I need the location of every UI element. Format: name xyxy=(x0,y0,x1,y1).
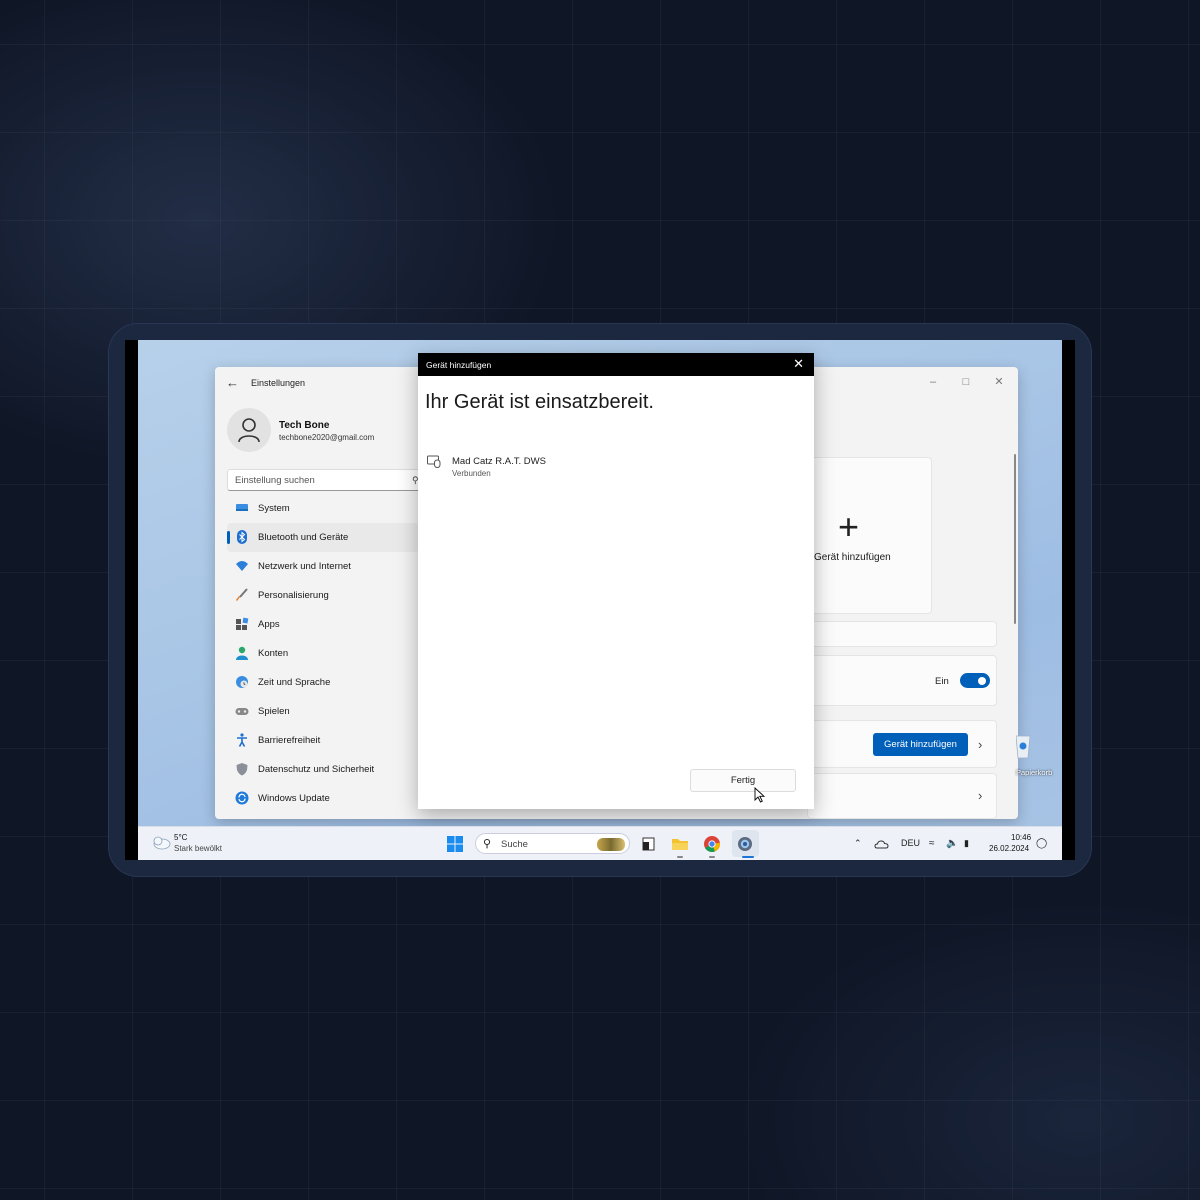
settings-nav: System Bluetooth und Geräte Netzwerk und… xyxy=(227,494,419,813)
user-email: techbone2020@gmail.com xyxy=(279,433,375,442)
update-icon xyxy=(235,791,249,805)
nav-item-windows-update[interactable]: Windows Update xyxy=(227,784,419,813)
search-icon: ⚲ xyxy=(483,838,492,850)
nav-label: Zeit und Sprache xyxy=(258,677,331,688)
file-explorer-icon[interactable] xyxy=(670,834,690,854)
close-icon[interactable]: ✕ xyxy=(793,356,804,372)
settings-row-empty xyxy=(807,621,997,647)
clock-date[interactable]: 26.02.2024 xyxy=(989,844,1029,853)
scrollbar[interactable] xyxy=(1014,454,1016,624)
desktop: ← Einstellungen – □ ✕ Tech Bone techbone… xyxy=(138,340,1062,860)
settings-title: Einstellungen xyxy=(251,378,306,388)
apps-icon xyxy=(236,617,249,630)
cloud-icon[interactable] xyxy=(151,835,171,851)
add-device-card-label: Gerät hinzufügen xyxy=(814,552,891,563)
mouse-cursor-icon xyxy=(754,787,765,803)
search-placeholder: Einstellung suchen xyxy=(235,475,315,486)
nav-item-accounts[interactable]: Konten xyxy=(227,639,419,668)
dialog-titlebar: Gerät hinzufügen ✕ xyxy=(418,353,814,376)
minimize-icon[interactable]: – xyxy=(923,372,943,392)
nav-item-bluetooth[interactable]: Bluetooth und Geräte xyxy=(227,523,419,552)
nav-item-network[interactable]: Netzwerk und Internet xyxy=(227,552,419,581)
nav-label: Barrierefreiheit xyxy=(258,735,321,746)
chevron-up-icon[interactable]: ⌃ xyxy=(854,838,862,849)
volume-icon[interactable]: 🔈 xyxy=(946,838,958,849)
running-indicator xyxy=(677,856,683,858)
weather-description[interactable]: Stark bewölkt xyxy=(174,844,222,853)
done-button[interactable]: Fertig xyxy=(690,769,796,792)
nav-label: Spielen xyxy=(258,706,290,717)
battery-icon[interactable]: ▮ xyxy=(964,838,969,849)
taskbar-search[interactable]: ⚲ Suche xyxy=(475,833,630,854)
nav-item-privacy[interactable]: Datenschutz und Sicherheit xyxy=(227,755,419,784)
wifi-tray-icon[interactable]: ≈ xyxy=(929,838,935,849)
chevron-right-icon[interactable]: › xyxy=(978,788,982,803)
chevron-right-icon[interactable]: › xyxy=(978,737,982,752)
notification-bell-icon[interactable]: ◯ xyxy=(1036,838,1047,849)
plus-icon: + xyxy=(838,506,860,547)
nav-item-gaming[interactable]: Spielen xyxy=(227,697,419,726)
globe-clock-icon xyxy=(236,676,248,688)
back-arrow-icon[interactable]: ← xyxy=(226,376,240,390)
recycle-bin-icon[interactable] xyxy=(1016,730,1030,760)
devices-row: Gerät hinzufügen › xyxy=(807,720,997,768)
nav-label: System xyxy=(258,503,290,514)
gamepad-icon xyxy=(235,708,249,715)
search-highlight-image xyxy=(597,838,625,851)
nav-item-accessibility[interactable]: Barrierefreiheit xyxy=(227,726,419,755)
weather-temperature[interactable]: 5°C xyxy=(174,833,187,842)
language-indicator[interactable]: DEU xyxy=(901,838,920,848)
maximize-icon[interactable]: □ xyxy=(956,372,976,392)
person-outline-icon xyxy=(238,418,260,443)
user-name: Tech Bone xyxy=(279,420,330,431)
clock-time[interactable]: 10:46 xyxy=(1011,833,1031,842)
nav-item-system[interactable]: System xyxy=(227,494,419,523)
running-indicator xyxy=(709,856,715,858)
nav-item-personalization[interactable]: Personalisierung xyxy=(227,581,419,610)
task-view-icon[interactable] xyxy=(638,834,658,854)
nav-label: Bluetooth und Geräte xyxy=(258,532,349,543)
accessibility-icon xyxy=(237,733,247,747)
add-device-card[interactable]: + Gerät hinzufügen xyxy=(807,457,932,614)
toggle-state-label: Ein xyxy=(935,676,949,687)
windows-start-icon[interactable] xyxy=(445,834,465,854)
brush-icon xyxy=(236,588,248,601)
nav-label: Netzwerk und Internet xyxy=(258,561,351,572)
nav-label: Konten xyxy=(258,648,289,659)
active-indicator xyxy=(742,856,754,858)
avatar xyxy=(227,408,271,452)
taskbar: 5°C Stark bewölkt ⚲ Suche ⌃ DEU ≈ 🔈 ▮ 10… xyxy=(138,826,1062,860)
nav-label: Apps xyxy=(258,619,280,630)
person-icon xyxy=(236,646,248,660)
onedrive-icon[interactable] xyxy=(874,836,890,852)
close-window-icon[interactable]: ✕ xyxy=(989,372,1009,392)
settings-search-input[interactable]: Einstellung suchen ⚲ xyxy=(227,469,427,491)
active-indicator xyxy=(227,531,230,544)
device-status: Verbunden xyxy=(452,469,491,478)
nav-item-apps[interactable]: Apps xyxy=(227,610,419,639)
bluetooth-row: Ein xyxy=(807,655,997,706)
add-device-dialog: Gerät hinzufügen ✕ Ihr Gerät ist einsatz… xyxy=(418,353,814,809)
bluetooth-toggle[interactable] xyxy=(960,673,990,688)
recycle-bin-label: Papierkorb xyxy=(1016,768,1053,777)
bluetooth-icon xyxy=(237,530,247,544)
nav-label: Personalisierung xyxy=(258,590,329,601)
device-name: Mad Catz R.A.T. DWS xyxy=(452,456,546,467)
add-device-button[interactable]: Gerät hinzufügen xyxy=(873,733,968,756)
settings-row-more[interactable]: › xyxy=(807,773,997,819)
keyboard-mouse-icon xyxy=(427,455,441,468)
dialog-heading: Ihr Gerät ist einsatzbereit. xyxy=(425,391,654,413)
nav-label: Datenschutz und Sicherheit xyxy=(258,764,375,775)
wifi-icon xyxy=(236,561,248,571)
chrome-icon[interactable] xyxy=(702,834,722,854)
nav-item-time-language[interactable]: Zeit und Sprache xyxy=(227,668,419,697)
shield-icon xyxy=(236,763,248,776)
taskbar-search-label: Suche xyxy=(501,839,528,850)
monitor-icon xyxy=(236,504,248,511)
nav-label: Windows Update xyxy=(258,793,330,804)
dialog-title: Gerät hinzufügen xyxy=(426,360,492,370)
settings-gear-icon[interactable] xyxy=(735,834,755,854)
